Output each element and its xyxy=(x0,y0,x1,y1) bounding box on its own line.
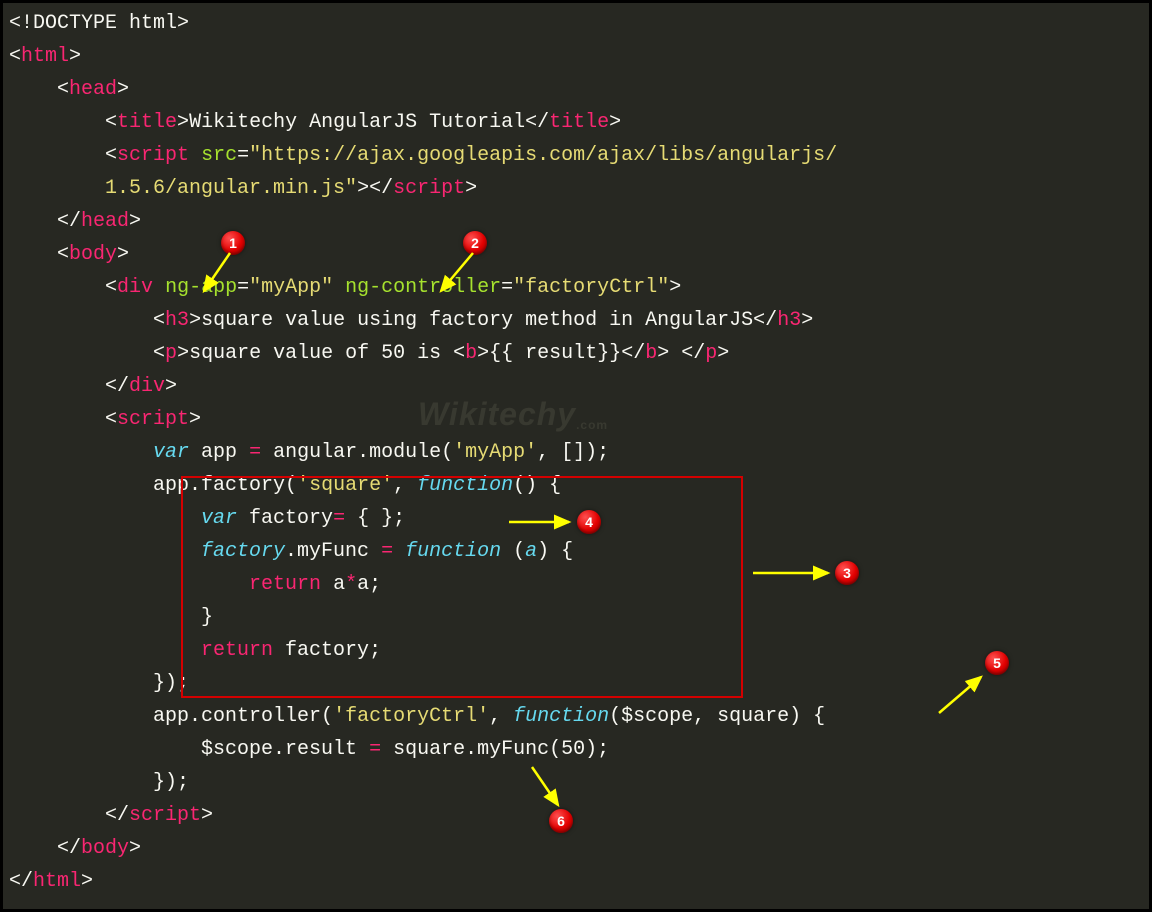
code-block: <!DOCTYPE html> <html> <head> <title>Wik… xyxy=(3,3,1149,902)
doctype: <!DOCTYPE html> xyxy=(9,12,189,35)
